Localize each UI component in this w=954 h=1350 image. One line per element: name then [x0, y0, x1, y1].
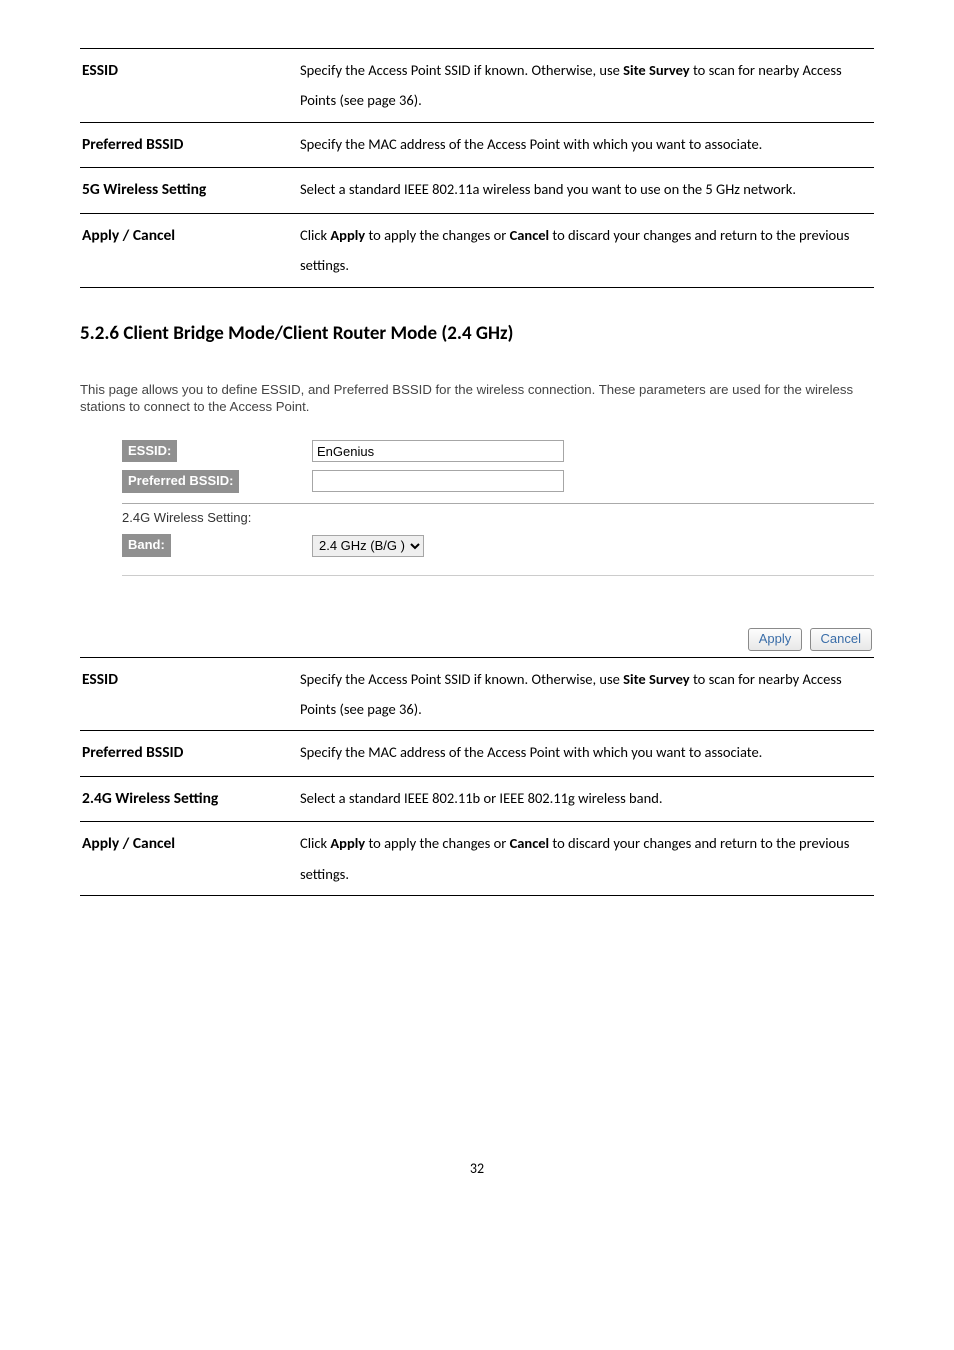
term-cell: 5G Wireless Setting — [80, 168, 298, 214]
desc-cell: Select a standard IEEE 802.11b or IEEE 8… — [298, 776, 874, 822]
preferred-bssid-input[interactable] — [312, 470, 564, 492]
desc-cell: Specify the Access Point SSID if known. … — [298, 657, 874, 731]
divider — [122, 575, 874, 576]
preferred-bssid-label: Preferred BSSID: — [122, 470, 239, 492]
desc-cell: Click Apply to apply the changes or Canc… — [298, 213, 874, 287]
definition-table-1: ESSID Specify the Access Point SSID if k… — [80, 48, 874, 288]
definition-table-2: ESSID Specify the Access Point SSID if k… — [80, 657, 874, 897]
band-label: Band: — [122, 534, 171, 556]
divider — [122, 503, 874, 504]
term-cell: Preferred BSSID — [80, 731, 298, 777]
desc-cell: Click Apply to apply the changes or Canc… — [298, 822, 874, 896]
button-row: Apply Cancel — [80, 592, 874, 657]
term-cell: Apply / Cancel — [80, 822, 298, 896]
desc-cell: Specify the MAC address of the Access Po… — [298, 122, 874, 168]
settings-form: ESSID: Preferred BSSID: 2.4G Wireless Se… — [80, 430, 874, 585]
desc-cell: Specify the MAC address of the Access Po… — [298, 731, 874, 777]
desc-cell: Select a standard IEEE 802.11a wireless … — [298, 168, 874, 214]
page-number: 32 — [80, 920, 874, 1178]
wireless-setting-heading: 2.4G Wireless Setting: — [122, 508, 874, 531]
term-cell: ESSID — [80, 657, 298, 731]
desc-cell: Specify the Access Point SSID if known. … — [298, 49, 874, 123]
apply-button[interactable]: Apply — [748, 628, 803, 651]
cancel-button[interactable]: Cancel — [810, 628, 872, 651]
intro-text: This page allows you to define ESSID, an… — [80, 381, 874, 417]
section-heading: 5.2.6 Client Bridge Mode/Client Router M… — [80, 322, 874, 347]
term-cell: Apply / Cancel — [80, 213, 298, 287]
term-cell: Preferred BSSID — [80, 122, 298, 168]
term-cell: 2.4G Wireless Setting — [80, 776, 298, 822]
band-select[interactable]: 2.4 GHz (B/G ) — [312, 535, 424, 557]
term-cell: ESSID — [80, 49, 298, 123]
essid-label: ESSID: — [122, 440, 177, 462]
essid-input[interactable] — [312, 440, 564, 462]
